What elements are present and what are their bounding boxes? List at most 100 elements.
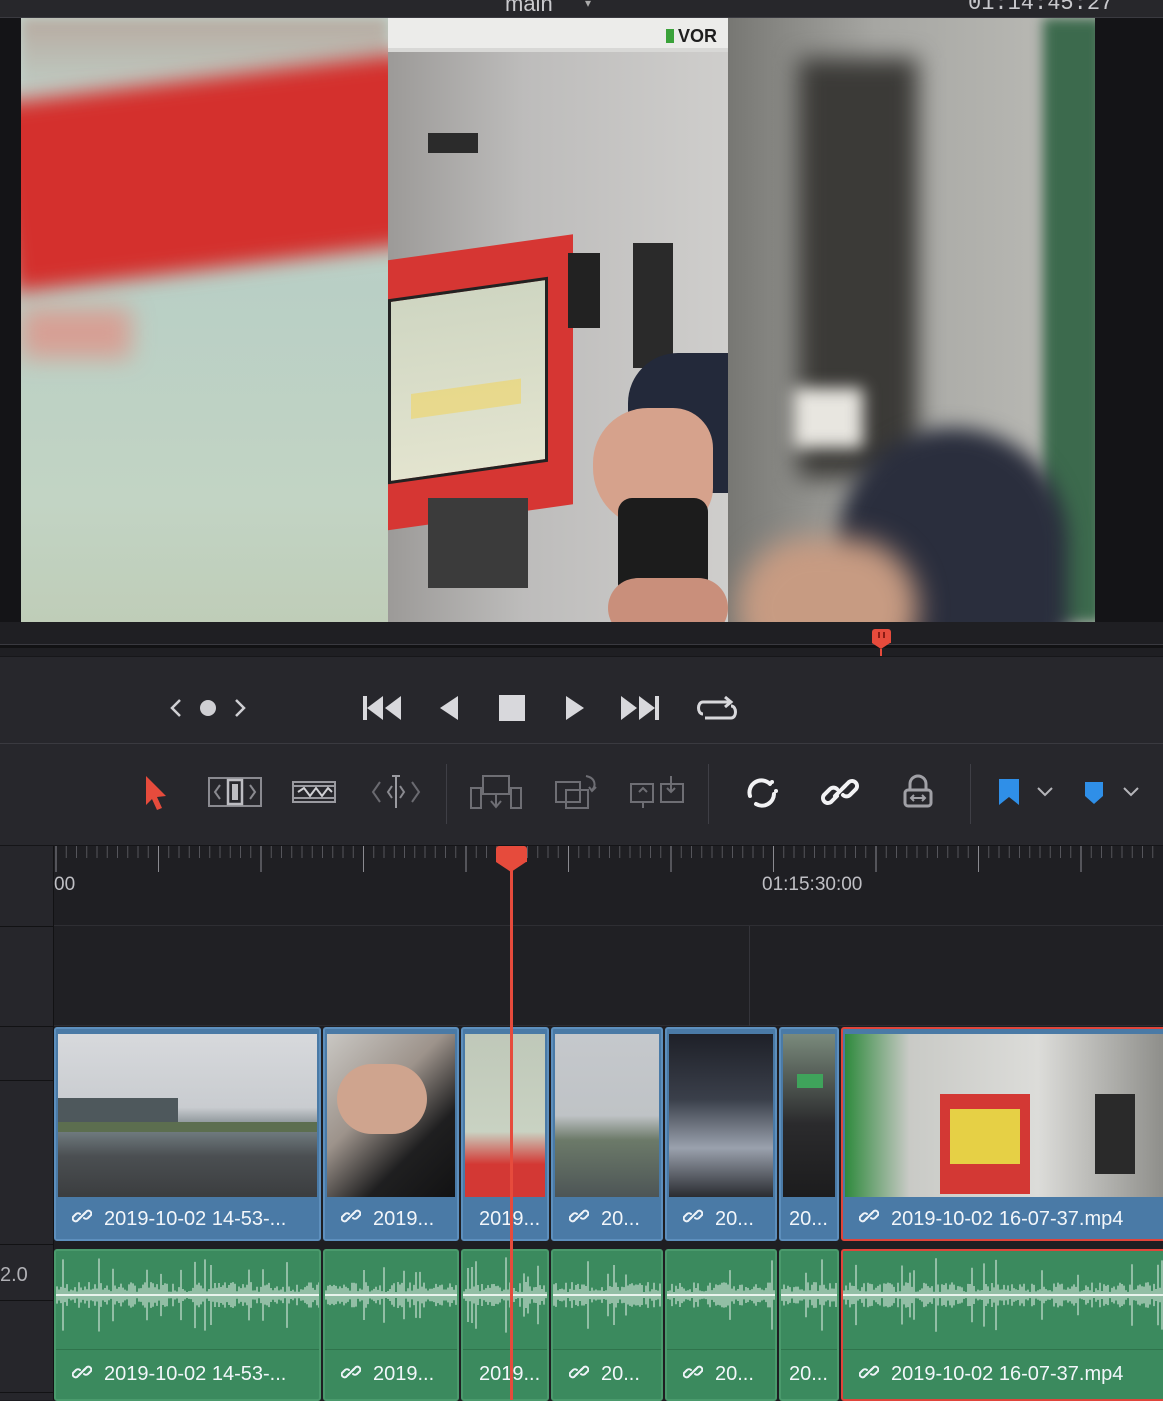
replace-clip-button[interactable] bbox=[626, 772, 688, 812]
marker-button[interactable] bbox=[1080, 772, 1108, 812]
flag-button[interactable] bbox=[994, 772, 1024, 812]
next-clip-button[interactable] bbox=[230, 693, 250, 723]
audio-waveform bbox=[325, 1267, 457, 1323]
trim-edit-mode-button[interactable] bbox=[204, 772, 266, 812]
clip-thumbnail bbox=[669, 1034, 773, 1197]
video-clip[interactable]: 2019... bbox=[323, 1027, 459, 1241]
timeline-ruler[interactable]: 00 01:15:30:00 bbox=[54, 846, 1163, 926]
previous-clip-button[interactable] bbox=[166, 693, 186, 723]
empty-video-track[interactable] bbox=[54, 926, 1163, 1026]
scrubber-playhead[interactable] bbox=[872, 629, 891, 649]
clip-label: 20... bbox=[553, 1349, 661, 1399]
timecode-display: 01:14:45:27 bbox=[968, 0, 1114, 16]
clip-label: 2019-10-02 16-07-37.mp4 bbox=[843, 1199, 1163, 1239]
video-frame-middle: VOR bbox=[388, 18, 728, 622]
ruler-gridline bbox=[749, 926, 750, 1026]
magnet-icon bbox=[747, 778, 778, 808]
transport-controls bbox=[0, 656, 1163, 744]
audio-clip-selected[interactable]: 2019-10-02 16-07-37.mp4 bbox=[841, 1249, 1163, 1401]
trim-icon bbox=[208, 777, 262, 807]
video-clip[interactable]: 20... bbox=[665, 1027, 777, 1241]
video-frame-right bbox=[728, 18, 1095, 622]
linked-selection-toggle[interactable] bbox=[818, 772, 862, 812]
overwrite-clip-button[interactable] bbox=[550, 772, 604, 812]
audio-clip[interactable]: 20... bbox=[551, 1249, 663, 1401]
audio-clip[interactable]: 2019... bbox=[323, 1249, 459, 1401]
marker-dropdown[interactable] bbox=[1120, 772, 1142, 812]
audio-track-level: 2.0 bbox=[0, 1264, 28, 1286]
chevron-left-icon bbox=[170, 699, 181, 717]
snapping-toggle[interactable] bbox=[740, 772, 784, 812]
clip-label: 20... bbox=[667, 1349, 775, 1399]
loop-button[interactable] bbox=[694, 693, 740, 723]
insert-icon bbox=[470, 775, 522, 809]
link-icon bbox=[340, 1206, 362, 1232]
go-to-start-button[interactable] bbox=[360, 693, 404, 723]
chevron-down-icon bbox=[1123, 787, 1139, 797]
link-icon bbox=[71, 1206, 93, 1232]
toolbar-divider bbox=[970, 764, 971, 824]
chevron-right-icon bbox=[235, 699, 246, 717]
chevron-down-icon bbox=[1037, 787, 1053, 797]
video-clip[interactable]: 2019-10-02 14-53-... bbox=[54, 1027, 321, 1241]
audio-clip[interactable]: 2019... bbox=[461, 1249, 549, 1401]
audio-waveform bbox=[843, 1258, 1163, 1332]
ruler-label-mid: 01:15:30:00 bbox=[762, 874, 863, 895]
scrubber-rail[interactable] bbox=[0, 644, 1163, 648]
chevron-down-icon[interactable]: ▾ bbox=[585, 0, 591, 10]
play-reverse-button[interactable] bbox=[436, 693, 462, 723]
blade-edit-mode-button[interactable] bbox=[368, 772, 424, 812]
insert-clip-button[interactable] bbox=[466, 772, 526, 812]
video-clip[interactable]: 20... bbox=[551, 1027, 663, 1241]
play-icon bbox=[566, 696, 584, 720]
audio-clip[interactable]: 20... bbox=[779, 1249, 839, 1401]
marker-icon bbox=[1085, 782, 1103, 804]
audio-clip[interactable]: 2019-10-02 14-53-... bbox=[54, 1249, 321, 1401]
timeline-name[interactable]: main bbox=[505, 0, 553, 17]
video-clip[interactable]: 2019... bbox=[461, 1027, 549, 1241]
timeline-playhead-handle[interactable] bbox=[496, 846, 527, 872]
dynamic-trim-icon bbox=[292, 781, 336, 803]
clip-thumbnail bbox=[327, 1034, 455, 1197]
audio-waveform bbox=[667, 1260, 775, 1330]
ruler-label-start: 00 bbox=[54, 874, 76, 895]
link-icon bbox=[682, 1206, 704, 1232]
flag-dropdown[interactable] bbox=[1034, 772, 1056, 812]
dot-icon bbox=[200, 700, 216, 716]
go-to-end-button[interactable] bbox=[618, 693, 662, 723]
video-frame-left bbox=[21, 18, 388, 622]
clip-thumbnail bbox=[783, 1034, 835, 1197]
viewer-scrubber[interactable] bbox=[0, 622, 1163, 658]
flag-icon bbox=[999, 779, 1019, 805]
timeline-playhead[interactable] bbox=[510, 862, 513, 1400]
audio-waveform bbox=[781, 1259, 837, 1331]
skip-forward-icon bbox=[621, 696, 659, 720]
clip-label: 2019... bbox=[325, 1199, 457, 1239]
position-lock-toggle[interactable] bbox=[898, 772, 938, 812]
overwrite-icon bbox=[555, 775, 597, 809]
replace-icon bbox=[630, 776, 684, 808]
toolbar-divider bbox=[708, 764, 709, 824]
play-reverse-icon bbox=[440, 696, 458, 720]
clip-label: 2019... bbox=[463, 1199, 547, 1239]
video-preview[interactable]: VOR bbox=[21, 18, 1095, 622]
video-clip[interactable]: 20... bbox=[779, 1027, 839, 1241]
audio-waveform bbox=[463, 1257, 547, 1333]
play-button[interactable] bbox=[562, 693, 588, 723]
video-clip-selected[interactable]: 2019-10-02 16-07-37.mp4 bbox=[841, 1027, 1163, 1241]
viewer-header: main ▾ 01:14:45:27 bbox=[0, 0, 1163, 18]
audio-waveform bbox=[553, 1261, 661, 1329]
link-icon bbox=[340, 1362, 362, 1388]
clip-label: 20... bbox=[553, 1199, 661, 1239]
link-icon bbox=[71, 1362, 93, 1388]
clip-thumbnail bbox=[555, 1034, 659, 1197]
dynamic-trim-mode-button[interactable] bbox=[288, 772, 340, 812]
audio-clip[interactable]: 20... bbox=[665, 1249, 777, 1401]
link-icon bbox=[858, 1206, 880, 1232]
mark-button[interactable] bbox=[196, 693, 220, 723]
clip-label: 2019... bbox=[325, 1349, 457, 1399]
arrow-pointer-icon bbox=[146, 776, 166, 810]
stop-icon bbox=[499, 695, 525, 721]
selection-mode-button[interactable] bbox=[138, 772, 174, 812]
stop-button[interactable] bbox=[496, 693, 528, 723]
